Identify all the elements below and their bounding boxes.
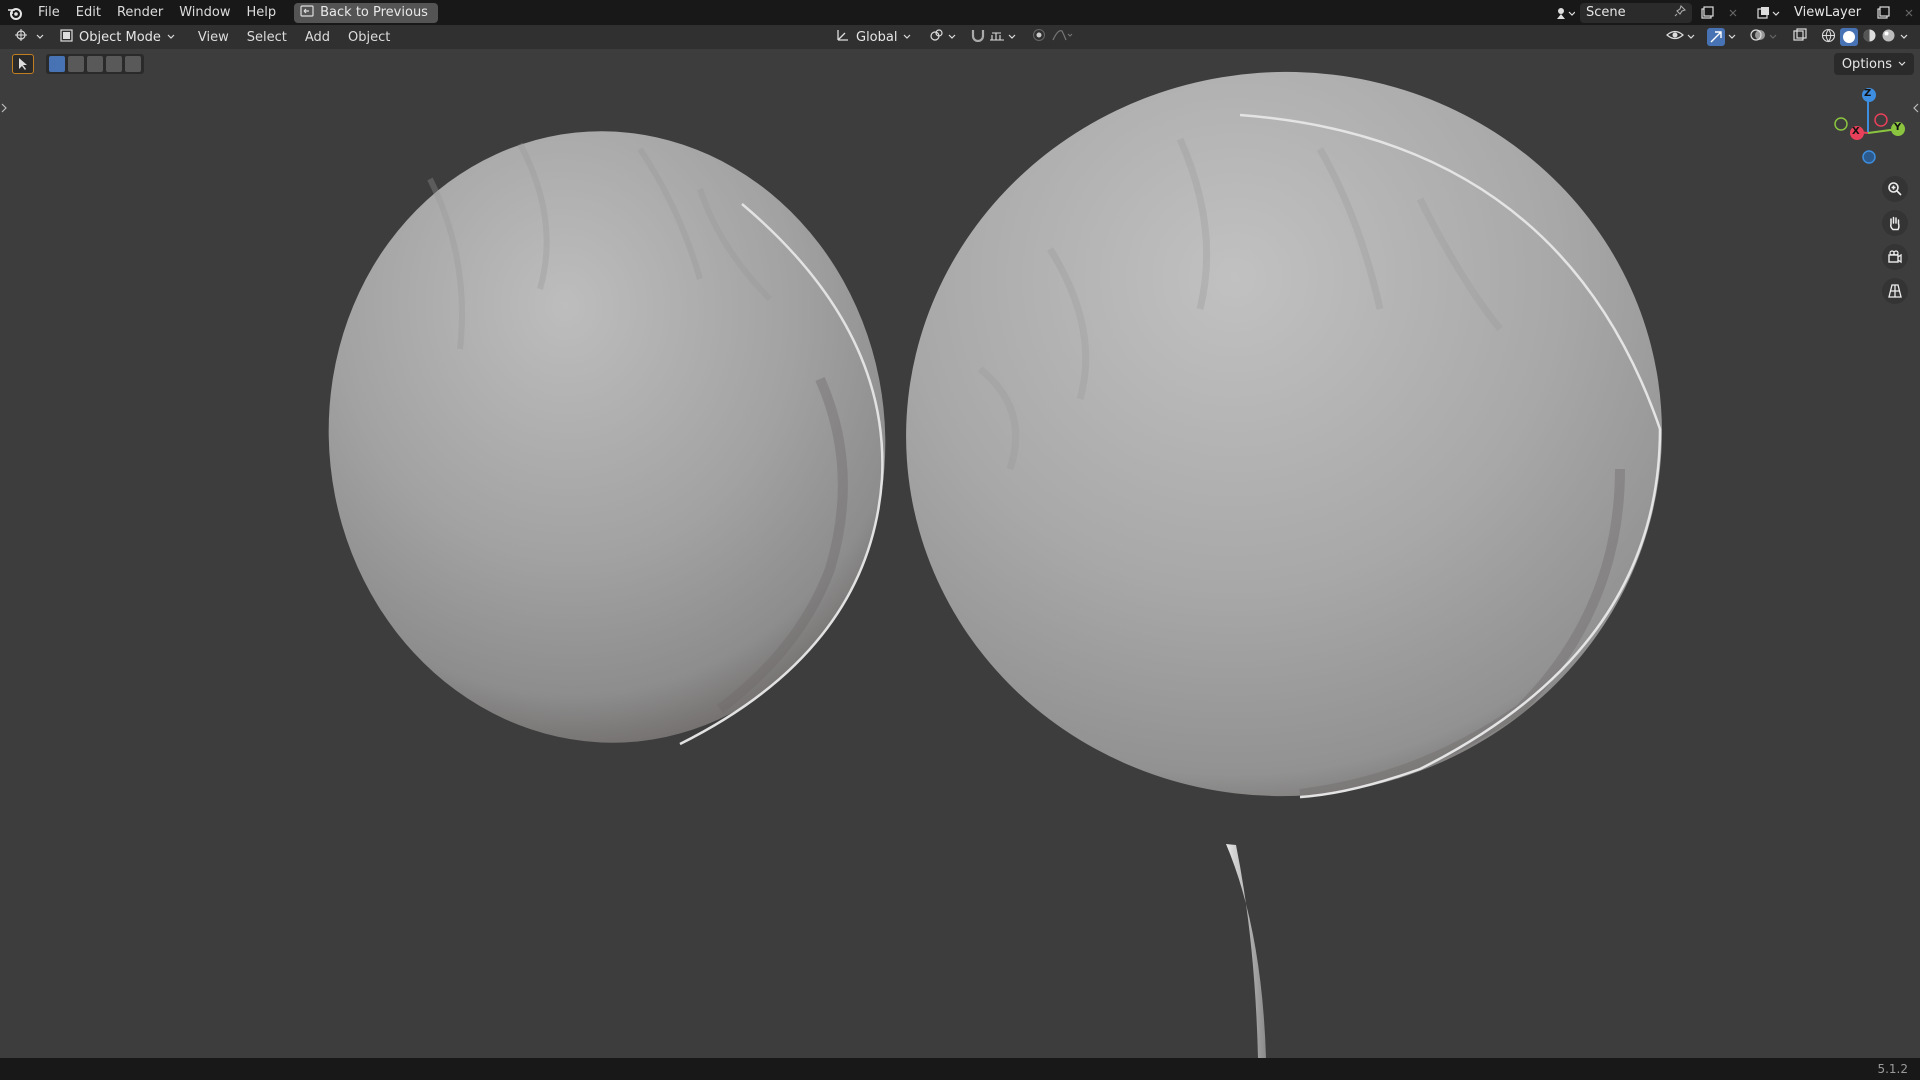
object-mode-icon bbox=[60, 28, 73, 46]
viewport-navigation-buttons bbox=[1882, 176, 1908, 304]
editor-type-selector[interactable] bbox=[10, 27, 48, 47]
chevron-down-icon bbox=[1769, 34, 1777, 39]
top-menu-bar: File Edit Render Window Help Back to Pre… bbox=[0, 0, 1920, 25]
proportional-editing-icon bbox=[1032, 28, 1046, 46]
menu-edit[interactable]: Edit bbox=[68, 0, 109, 25]
object-type-visibility[interactable] bbox=[1666, 28, 1695, 46]
pin-icon[interactable] bbox=[1674, 4, 1687, 21]
chevron-down-icon bbox=[1728, 34, 1736, 39]
gizmo-label-x: X bbox=[1852, 126, 1860, 137]
transform-orientation-dropdown[interactable]: Global bbox=[836, 28, 911, 46]
falloff-curve-icon[interactable] bbox=[1052, 29, 1074, 45]
menu-file[interactable]: File bbox=[30, 0, 68, 25]
menu-render[interactable]: Render bbox=[109, 0, 171, 25]
menu-select[interactable]: Select bbox=[238, 30, 296, 45]
negative-y-axis-icon[interactable] bbox=[1834, 117, 1848, 131]
sidebar-expand-icon[interactable] bbox=[1912, 100, 1920, 116]
zoom-icon bbox=[1888, 182, 1902, 196]
delete-view-layer-icon[interactable] bbox=[1898, 3, 1920, 23]
visibility-eye-icon bbox=[1666, 28, 1684, 46]
gizmo-toggle[interactable] bbox=[1707, 28, 1736, 46]
version-label: 5.1.2 bbox=[1877, 1062, 1908, 1076]
menu-help[interactable]: Help bbox=[239, 0, 285, 25]
overlays-icon bbox=[1750, 28, 1766, 46]
object-mode-label: Object Mode bbox=[79, 29, 161, 45]
chevron-down-icon bbox=[1687, 34, 1695, 39]
view-layer-name: ViewLayer bbox=[1794, 5, 1862, 20]
chevron-down-icon bbox=[167, 34, 175, 39]
scene-selector-icon[interactable] bbox=[1554, 3, 1576, 23]
wireframe-shading-icon[interactable] bbox=[1821, 28, 1836, 47]
3d-viewport-icon bbox=[14, 28, 30, 46]
grid-perspective-icon bbox=[1888, 284, 1902, 298]
view-layer-field[interactable]: ViewLayer bbox=[1788, 3, 1868, 23]
balloon-left[interactable] bbox=[299, 104, 916, 771]
xray-toggle-icon[interactable] bbox=[1793, 28, 1807, 46]
shading-modes bbox=[1821, 28, 1908, 47]
pan-button[interactable] bbox=[1882, 210, 1908, 236]
menu-add[interactable]: Add bbox=[296, 30, 339, 45]
view-layer-selector-icon[interactable] bbox=[1754, 3, 1784, 23]
rendered-shading-icon[interactable] bbox=[1881, 28, 1896, 47]
pivot-point-icon bbox=[929, 28, 945, 46]
menu-object[interactable]: Object bbox=[339, 30, 399, 45]
chevron-down-icon bbox=[904, 34, 911, 39]
viewport-display-tools bbox=[1666, 25, 1908, 49]
snap-increment-icon[interactable] bbox=[989, 28, 1005, 46]
top-right-controls: Scene ViewLayer bbox=[1554, 0, 1920, 25]
scene-name-field[interactable]: Scene bbox=[1580, 2, 1692, 23]
back-to-previous-button[interactable]: Back to Previous bbox=[294, 2, 438, 23]
gizmo-label-y: Y bbox=[1894, 122, 1902, 133]
perspective-toggle-button[interactable] bbox=[1882, 278, 1908, 304]
snap-toggle[interactable] bbox=[970, 28, 1016, 46]
hand-icon bbox=[1890, 216, 1900, 231]
viewport-header: Object Mode View Select Add Object Globa… bbox=[0, 25, 1920, 49]
screen-back-icon bbox=[300, 4, 314, 21]
negative-x-axis-icon[interactable] bbox=[1874, 113, 1888, 127]
balloon-ribbon[interactable] bbox=[1226, 844, 1266, 1058]
scene-name: Scene bbox=[1586, 5, 1626, 20]
overlays-toggle[interactable] bbox=[1750, 28, 1777, 46]
zoom-button[interactable] bbox=[1882, 176, 1908, 202]
chevron-down-icon[interactable] bbox=[1900, 34, 1908, 40]
toolbar-expand-icon[interactable] bbox=[0, 100, 8, 116]
delete-scene-icon[interactable] bbox=[1722, 3, 1744, 23]
back-to-previous-label: Back to Previous bbox=[320, 5, 428, 20]
magnet-icon bbox=[970, 28, 986, 46]
camera-view-button[interactable] bbox=[1882, 244, 1908, 270]
pivot-point-dropdown[interactable] bbox=[929, 28, 956, 46]
viewport-canvas[interactable] bbox=[0, 49, 1920, 1058]
new-scene-icon[interactable] bbox=[1696, 3, 1718, 23]
balloon-right[interactable] bbox=[882, 49, 1687, 821]
material-preview-shading-icon[interactable] bbox=[1862, 28, 1877, 47]
menu-view[interactable]: View bbox=[189, 30, 238, 45]
status-bar: 5.1.2 bbox=[0, 1058, 1920, 1080]
orientation-axes-icon bbox=[836, 28, 850, 46]
solid-shading-icon[interactable] bbox=[1840, 28, 1858, 46]
proportional-editing[interactable] bbox=[1032, 28, 1074, 46]
menu-window[interactable]: Window bbox=[171, 0, 238, 25]
chevron-down-icon bbox=[36, 34, 44, 39]
negative-z-axis-icon[interactable] bbox=[1862, 150, 1876, 164]
gizmo-icon bbox=[1707, 28, 1725, 46]
transform-orientation-label: Global bbox=[856, 29, 898, 45]
new-view-layer-icon[interactable] bbox=[1872, 3, 1894, 23]
chevron-down-icon bbox=[1009, 34, 1016, 39]
transform-tools: Global bbox=[836, 25, 1074, 49]
blender-logo-icon[interactable] bbox=[0, 0, 30, 25]
chevron-down-icon bbox=[949, 34, 956, 39]
gizmo-label-z: Z bbox=[1864, 88, 1872, 99]
object-mode-dropdown[interactable]: Object Mode bbox=[54, 27, 181, 47]
camera-icon bbox=[1888, 250, 1902, 264]
